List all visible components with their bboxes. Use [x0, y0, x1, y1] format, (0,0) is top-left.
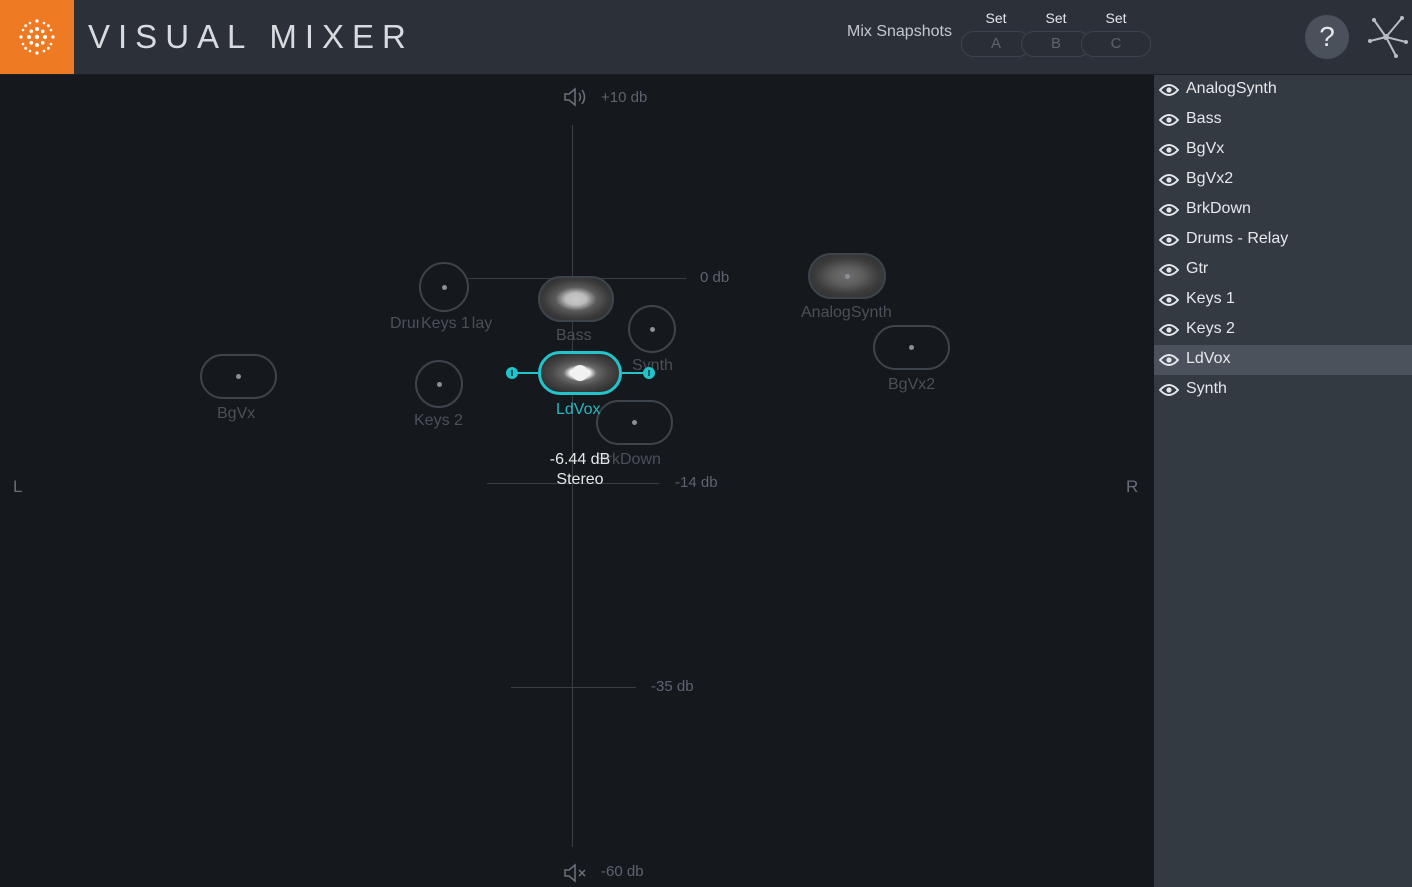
track-node-keys1[interactable]	[419, 262, 469, 312]
track-list-item-label: AnalogSynth	[1186, 80, 1277, 97]
pan-left-label: L	[13, 477, 23, 496]
eye-icon[interactable]	[1159, 323, 1179, 337]
speaker-loud-icon	[564, 87, 586, 107]
eye-icon[interactable]	[1159, 83, 1179, 97]
db-label-zero: 0 db	[700, 269, 730, 286]
track-list-item[interactable]: Keys 1	[1154, 285, 1412, 315]
track-list-item[interactable]: Bass	[1154, 105, 1412, 135]
stereo-width-left-handle[interactable]	[506, 367, 518, 379]
logo	[0, 0, 74, 74]
track-list-item-label: Keys 2	[1186, 320, 1235, 337]
track-list-item-label: Drums - Relay	[1186, 230, 1289, 247]
snapshot-c: Set C	[1080, 8, 1152, 57]
ozone-logo-icon	[19, 19, 55, 55]
track-label-ldvox: LdVox	[556, 401, 601, 418]
track-list-item-label: BrkDown	[1186, 200, 1251, 217]
track-list-item[interactable]: BrkDown	[1154, 195, 1412, 225]
track-label-keys1: Keys 1	[419, 315, 472, 333]
ldvox-center	[572, 365, 588, 381]
track-list-item-label: Bass	[1186, 110, 1222, 127]
db-label-top: +10 db	[601, 89, 648, 106]
track-label-bass: Bass	[556, 327, 592, 344]
minus35-db-line	[511, 687, 636, 688]
eye-icon[interactable]	[1159, 293, 1179, 307]
track-list-item[interactable]: Synth	[1154, 375, 1412, 405]
app-title: VISUAL MIXER	[88, 18, 414, 55]
track-list-item[interactable]: Drums - Relay	[1154, 225, 1412, 255]
eye-icon[interactable]	[1159, 113, 1179, 127]
db-label-low: -35 db	[651, 678, 694, 695]
eye-icon[interactable]	[1159, 173, 1179, 187]
eye-icon[interactable]	[1159, 233, 1179, 247]
track-list-item[interactable]: AnalogSynth	[1154, 75, 1412, 105]
track-list-item-label: Synth	[1186, 380, 1227, 397]
pan-right-label: R	[1126, 477, 1139, 496]
track-node-bgvx[interactable]	[200, 354, 277, 399]
track-node-bgvx2[interactable]	[873, 325, 950, 370]
track-list-item[interactable]: BgVx2	[1154, 165, 1412, 195]
track-list-item-label: LdVox	[1186, 350, 1231, 367]
app-header: VISUAL MIXER Mix Snapshots Set A Set B S…	[0, 0, 1412, 75]
track-list: AnalogSynth Bass BgVx BgVx2 BrkDown Drum…	[1154, 75, 1412, 887]
eye-icon[interactable]	[1159, 203, 1179, 217]
db-label-mid: -14 db	[675, 474, 718, 491]
track-list-item-label: Gtr	[1186, 260, 1209, 277]
snapshot-c-set-button[interactable]: Set	[1080, 8, 1152, 28]
track-list-item-label: BgVx2	[1186, 170, 1234, 187]
db-label-bottom: -60 db	[601, 863, 644, 880]
track-list-item[interactable]: Gtr	[1154, 255, 1412, 285]
selected-mode: Stereo	[556, 471, 604, 488]
track-node-bass[interactable]	[538, 276, 614, 322]
track-list-item-selected[interactable]: LdVox	[1154, 345, 1412, 375]
track-list-item-label: BgVx	[1186, 140, 1225, 157]
mix-snapshots-label: Mix Snapshots	[847, 23, 952, 40]
track-node-synth[interactable]	[628, 305, 676, 353]
track-label-bgvx: BgVx	[217, 405, 256, 422]
track-node-analogsynth[interactable]	[808, 253, 886, 299]
help-button[interactable]: ?	[1305, 15, 1349, 59]
track-label-analogsynth: AnalogSynth	[801, 304, 892, 321]
track-list-item[interactable]: BgVx	[1154, 135, 1412, 165]
eye-icon[interactable]	[1159, 143, 1179, 157]
stereo-width-right-handle[interactable]	[643, 367, 655, 379]
eye-icon[interactable]	[1159, 353, 1179, 367]
track-label-bgvx2: BgVx2	[888, 376, 936, 393]
eye-icon[interactable]	[1159, 263, 1179, 277]
speaker-mute-icon	[564, 863, 586, 883]
selected-gain: -6.44 dB	[549, 451, 611, 468]
track-node-brkdown[interactable]	[596, 400, 673, 445]
snapshot-c-recall-button[interactable]: C	[1081, 31, 1151, 57]
track-label-keys2: Keys 2	[414, 412, 463, 429]
eye-icon[interactable]	[1159, 383, 1179, 397]
track-list-item-label: Keys 1	[1186, 290, 1235, 307]
track-list-item[interactable]: Keys 2	[1154, 315, 1412, 345]
mixer-stage[interactable]: +10 db 0 db -14 db -35 db -60 db L R Dru…	[0, 75, 1154, 887]
track-node-ldvox[interactable]	[538, 351, 622, 395]
selected-track-readout: -6.44 dB Stereo	[520, 450, 640, 490]
node-graph-icon[interactable]	[1366, 14, 1408, 65]
track-node-keys2[interactable]	[415, 360, 463, 408]
